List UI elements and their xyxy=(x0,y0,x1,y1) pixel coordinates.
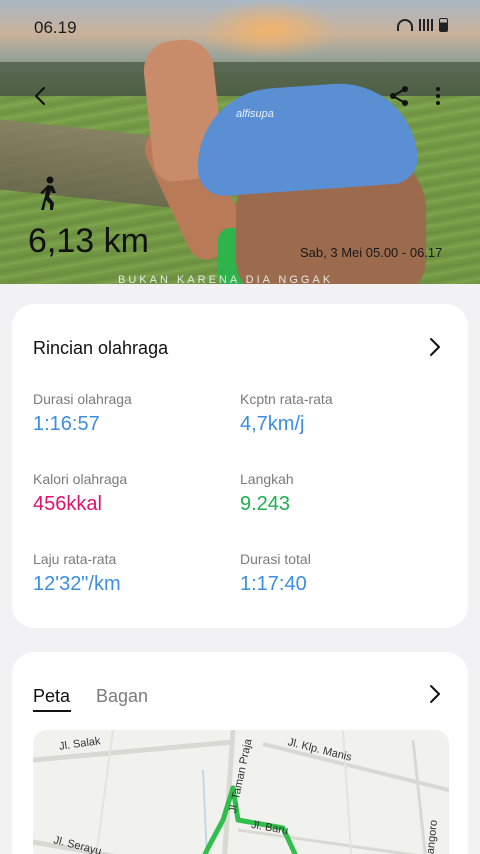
active-tab-indicator xyxy=(33,710,71,712)
chevron-right-icon[interactable] xyxy=(428,337,442,357)
metric-value: 4,7km/j xyxy=(240,413,305,435)
metric-value: 1:16:57 xyxy=(33,413,100,435)
metric-value: 12'32"/km xyxy=(33,573,121,595)
metric-value: 1:17:40 xyxy=(240,573,307,595)
tab-map[interactable]: Peta xyxy=(33,686,70,707)
photo-caption: BUKAN KARENA DIA NGGAK xyxy=(118,274,334,284)
share-icon[interactable] xyxy=(387,84,411,108)
metric-exercise-duration: Durasi olahraga 1:16:57 xyxy=(33,391,233,436)
map-card: Peta Bagan Jl. Salak Jl. Taman Praja Jl.… xyxy=(12,652,468,854)
route-map[interactable]: Jl. Salak Jl. Taman Praja Jl. Klp. Manis… xyxy=(33,730,449,854)
workout-details-card[interactable]: Rincian olahraga Durasi olahraga 1:16:57… xyxy=(12,304,468,628)
back-icon[interactable] xyxy=(30,84,52,108)
battery-icon xyxy=(439,18,448,32)
metric-label: Laju rata-rata xyxy=(33,551,117,567)
metric-average-speed: Kcptn rata-rata 4,7km/j xyxy=(240,391,440,436)
chevron-right-icon[interactable] xyxy=(428,684,442,704)
more-icon[interactable] xyxy=(426,84,450,108)
tab-chart[interactable]: Bagan xyxy=(96,686,148,707)
metric-label: Durasi total xyxy=(240,551,311,567)
signal-icon xyxy=(419,19,433,31)
metric-label: Kcptn rata-rata xyxy=(240,391,333,407)
metric-steps: Langkah 9.243 xyxy=(240,471,440,516)
metric-label: Kalori olahraga xyxy=(33,471,128,487)
status-icons xyxy=(397,18,448,32)
header-photo: alfisupa 06.19 6,13 km Sab, 3 Mei 05.00 … xyxy=(0,0,480,284)
activity-date: Sab, 3 Mei 05.00 - 06.17 xyxy=(300,245,443,260)
distance-value: 6,13 km xyxy=(28,222,149,260)
status-bar: 06.19 xyxy=(0,0,480,54)
metric-label: Durasi olahraga xyxy=(33,391,132,407)
wifi-icon xyxy=(397,19,413,31)
metric-calories: Kalori olahraga 456kkal xyxy=(33,471,233,516)
metric-total-duration: Durasi total 1:17:40 xyxy=(240,551,440,596)
walk-icon xyxy=(40,176,56,210)
details-title: Rincian olahraga xyxy=(33,338,169,358)
metric-value: 456kkal xyxy=(33,493,102,515)
top-actions xyxy=(0,80,480,112)
metric-average-pace: Laju rata-rata 12'32"/km xyxy=(33,551,233,596)
metric-label: Langkah xyxy=(240,471,294,487)
status-time: 06.19 xyxy=(34,18,77,37)
metric-value: 9.243 xyxy=(240,493,291,515)
